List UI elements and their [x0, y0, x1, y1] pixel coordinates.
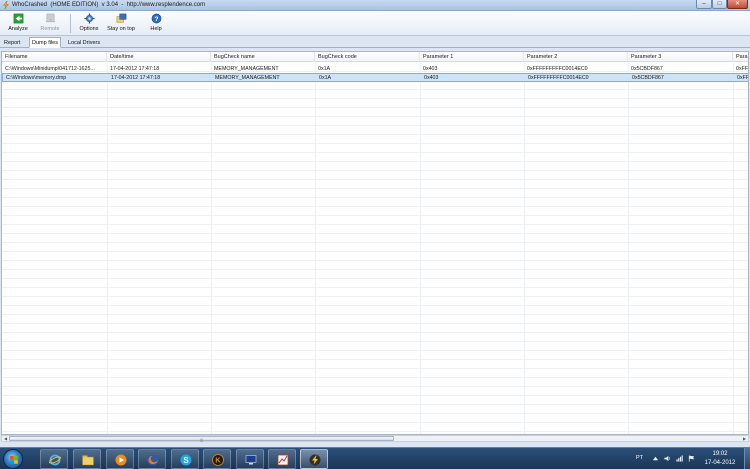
taskbar-media-player[interactable] — [106, 449, 134, 469]
column-divider — [420, 63, 421, 434]
cell-datetime: 17-04-2012 17:47:18 — [111, 75, 161, 81]
column-header-row: Filename Date/time BugCheck name BugChec… — [2, 52, 748, 62]
cell-parameter-3: 0x5CBDF867 — [632, 75, 664, 81]
stay-on-top-button[interactable]: Stay on top — [104, 12, 138, 35]
cell-filename: C:\Windows\memory.dmp — [6, 75, 67, 81]
media-player-icon — [115, 454, 127, 466]
window-title: WhoCrashed (HOME EDITION) v 3.04 - http:… — [12, 2, 206, 8]
tab-strip: Report Dump files Local Drivers — [0, 37, 750, 48]
language-indicator[interactable]: PT — [636, 455, 643, 461]
grip-icon: ||| — [200, 437, 204, 442]
column-header-datetime[interactable]: Date/time — [107, 52, 211, 62]
firefox-icon — [147, 454, 159, 466]
column-divider — [524, 63, 525, 434]
cell-parameter-4: 0xFF — [737, 75, 749, 81]
scrollbar-thumb[interactable]: ||| — [9, 436, 394, 442]
cell-parameter-2: 0xFFFFFFFFFC0014EC0 — [528, 75, 589, 81]
table-row-selected[interactable]: C:\Windows\memory.dmp 17-04-2012 17:47:1… — [2, 73, 749, 82]
analyze-icon — [13, 13, 23, 24]
column-divider — [733, 63, 734, 434]
clock-time[interactable]: 19:02 — [700, 451, 740, 457]
help-button[interactable]: ? Help — [145, 12, 167, 35]
taskbar-firefox[interactable] — [138, 449, 166, 469]
options-label: Options — [79, 26, 99, 32]
volume-icon[interactable] — [664, 455, 671, 462]
cell-bugcheck-code: 0x1A — [319, 75, 332, 81]
remote-button[interactable]: Remote — [36, 12, 64, 35]
show-hidden-icons-icon[interactable] — [652, 455, 659, 462]
column-divider — [211, 63, 212, 434]
tab-local-drivers[interactable]: Local Drivers — [66, 38, 102, 48]
cell-parameter-1: 0x403 — [424, 75, 439, 81]
column-header-bugcheck-code[interactable]: BugCheck code — [315, 52, 420, 62]
toolbar-separator — [70, 14, 71, 33]
column-header-parameter-1[interactable]: Parameter 1 — [420, 52, 524, 62]
network-icon[interactable] — [676, 455, 683, 462]
table-rows-area: C:\Windows\Minidump\041712-1625... 17-04… — [2, 63, 749, 434]
cell-bugcheck-name: MEMORY_MANAGEMENT — [215, 75, 280, 81]
title-bar: WhoCrashed (HOME EDITION) v 3.04 - http:… — [0, 0, 750, 11]
column-header-parameter-4[interactable]: Para — [733, 52, 748, 62]
taskbar-remote-desktop[interactable] — [236, 449, 264, 469]
monitor-icon — [245, 455, 257, 465]
clock-date[interactable]: 17-04-2012 — [700, 460, 740, 466]
column-header-filename[interactable]: Filename — [2, 52, 107, 62]
column-divider — [107, 63, 108, 434]
taskbar-k-app[interactable]: K — [203, 449, 231, 469]
taskbar-system-monitor[interactable] — [268, 449, 296, 469]
folder-icon — [82, 455, 94, 466]
taskbar-windows-explorer[interactable] — [73, 449, 101, 469]
action-center-flag-icon[interactable] — [688, 455, 695, 462]
taskbar-internet-explorer[interactable] — [40, 449, 68, 469]
windows-logo-icon — [10, 456, 18, 464]
help-label: Help — [150, 26, 162, 32]
analyze-button[interactable]: Analyze — [5, 12, 31, 35]
column-divider — [315, 63, 316, 434]
k-app-icon: K — [212, 454, 224, 466]
taskbar: S K PT 19:02 17-04-2012 — [0, 447, 750, 469]
minimize-button[interactable]: – — [696, 0, 712, 9]
dump-files-list[interactable]: Filename Date/time BugCheck name BugChec… — [1, 51, 749, 435]
remote-label: Remote — [40, 26, 60, 32]
remote-icon — [45, 13, 55, 23]
toolbar: Analyze Remote Options Stay on top ? Hel… — [0, 11, 750, 36]
column-divider — [628, 63, 629, 434]
svg-text:?: ? — [154, 16, 158, 23]
taskbar-whocrashed[interactable] — [300, 449, 328, 469]
scroll-left-icon[interactable]: ◀ — [2, 436, 9, 441]
column-header-parameter-3[interactable]: Parameter 3 — [628, 52, 733, 62]
graph-icon — [277, 454, 289, 466]
column-header-parameter-2[interactable]: Parameter 2 — [524, 52, 628, 62]
help-icon: ? — [151, 13, 161, 24]
svg-text:S: S — [183, 456, 189, 465]
svg-text:K: K — [215, 456, 221, 465]
scroll-right-icon[interactable]: ▶ — [741, 436, 748, 441]
show-desktop-button[interactable] — [744, 448, 750, 469]
horizontal-scrollbar[interactable]: ◀ ||| ▶ — [1, 435, 749, 442]
skype-icon: S — [180, 454, 192, 466]
stay-on-top-icon — [116, 13, 126, 23]
options-icon — [83, 13, 95, 24]
taskbar-skype[interactable]: S — [171, 449, 199, 469]
start-button[interactable] — [3, 449, 23, 469]
options-button[interactable]: Options — [76, 12, 102, 35]
stay-on-top-label: Stay on top — [107, 26, 135, 32]
tab-dump-files[interactable]: Dump files — [29, 37, 61, 48]
tab-report[interactable]: Report — [2, 38, 23, 48]
analyze-label: Analyze — [8, 26, 28, 32]
close-button[interactable]: ✕ — [727, 0, 748, 9]
whocrashed-icon — [309, 454, 321, 466]
maximize-button[interactable]: □ — [712, 0, 727, 9]
whocrashed-app-icon — [3, 1, 9, 9]
column-header-bugcheck-name[interactable]: BugCheck name — [211, 52, 315, 62]
internet-explorer-icon — [49, 454, 61, 466]
